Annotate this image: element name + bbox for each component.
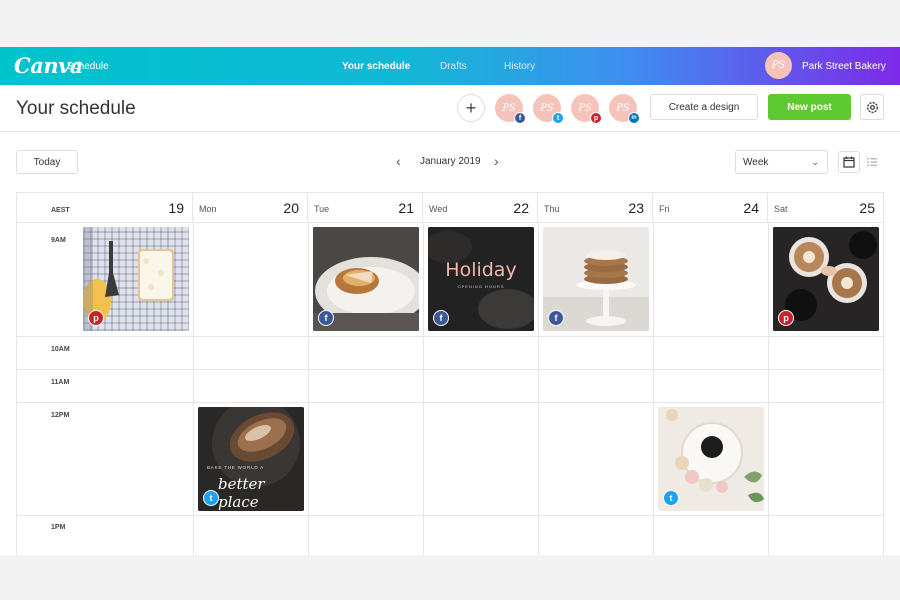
twitter-icon: t bbox=[663, 490, 679, 506]
day-date: 25 bbox=[859, 200, 875, 216]
gear-icon bbox=[866, 101, 878, 113]
scheduled-post[interactable]: p bbox=[83, 227, 189, 331]
facebook-icon: f bbox=[318, 310, 334, 326]
scheduled-post[interactable]: f bbox=[313, 227, 419, 331]
grid-line bbox=[17, 336, 885, 337]
profile-twitter[interactable]: PS t bbox=[533, 94, 564, 124]
twitter-icon: t bbox=[203, 490, 219, 506]
profile-initials: PS bbox=[578, 102, 592, 114]
grid-line bbox=[423, 223, 424, 555]
calendar-icon bbox=[843, 156, 855, 168]
post-tagline: BAKE THE WORLD A bbox=[207, 465, 264, 470]
time-label: 11AM bbox=[51, 379, 70, 386]
day-header: Thu 23 bbox=[538, 193, 653, 223]
profile-initials: PS bbox=[616, 102, 630, 114]
grid-line bbox=[308, 223, 309, 555]
section-label: Schedule bbox=[67, 61, 109, 72]
view-select[interactable]: Week ⌄ bbox=[735, 150, 828, 174]
scheduled-post[interactable]: f bbox=[543, 227, 649, 331]
linkedin-icon: in bbox=[628, 112, 640, 124]
page-header: Your schedule + PS f PS t PS p PS in Cre… bbox=[0, 85, 900, 132]
day-header: 19 bbox=[82, 193, 193, 223]
nav-drafts[interactable]: Drafts bbox=[440, 61, 467, 72]
grid-line bbox=[17, 402, 885, 403]
day-header: Wed 22 bbox=[423, 193, 538, 223]
day-date: 20 bbox=[283, 200, 299, 216]
new-post-button[interactable]: New post bbox=[768, 94, 851, 120]
twitter-icon: t bbox=[552, 112, 564, 124]
calendar-toolbar: Today ‹ January 2019 › Week ⌄ bbox=[0, 132, 900, 192]
day-name: Wed bbox=[429, 204, 448, 214]
day-header: Fri 24 bbox=[653, 193, 768, 223]
timezone-label: AEST bbox=[17, 193, 82, 223]
grid-line bbox=[653, 223, 654, 555]
day-name: Thu bbox=[544, 204, 560, 214]
grid-line bbox=[768, 223, 769, 555]
grid-line bbox=[193, 223, 194, 555]
scheduled-post[interactable]: t bbox=[658, 407, 764, 511]
today-button[interactable]: Today bbox=[16, 150, 78, 174]
calendar-view-button[interactable] bbox=[838, 151, 860, 173]
app-window: Canva Schedule Your schedule Drafts Hist… bbox=[0, 47, 900, 555]
prev-week-chevron-icon[interactable]: ‹ bbox=[396, 153, 401, 169]
holiday-subtitle: OPENING HOURS bbox=[457, 284, 505, 289]
facebook-icon: f bbox=[514, 112, 526, 124]
view-select-value: Week bbox=[743, 156, 769, 168]
list-view-button[interactable] bbox=[861, 151, 883, 173]
grid-line bbox=[883, 223, 884, 555]
chevron-down-icon: ⌄ bbox=[811, 157, 819, 167]
day-name: Fri bbox=[659, 204, 670, 214]
week-calendar: AEST 19 Mon 20 Tue 21 Wed 22 Thu 23 Fri … bbox=[16, 192, 885, 555]
day-name: Tue bbox=[314, 204, 330, 214]
day-date: 22 bbox=[513, 200, 529, 216]
time-label: 1PM bbox=[51, 524, 66, 531]
facebook-icon: f bbox=[548, 310, 564, 326]
profile-pinterest[interactable]: PS p bbox=[571, 94, 602, 124]
profile-facebook[interactable]: PS f bbox=[495, 94, 526, 124]
pinterest-icon: p bbox=[88, 310, 104, 326]
profile-initials: PS bbox=[540, 102, 554, 114]
settings-button[interactable] bbox=[860, 94, 884, 120]
facebook-icon: f bbox=[433, 310, 449, 326]
account-avatar[interactable]: PS bbox=[765, 52, 792, 79]
day-date: 21 bbox=[398, 200, 414, 216]
day-date: 23 bbox=[628, 200, 644, 216]
scheduled-post[interactable]: p bbox=[773, 227, 879, 331]
next-week-chevron-icon[interactable]: › bbox=[494, 153, 499, 169]
day-header: Mon 20 bbox=[193, 193, 308, 223]
day-name: Sat bbox=[774, 204, 788, 214]
plus-icon: + bbox=[465, 97, 477, 118]
list-icon bbox=[867, 158, 877, 167]
month-label: January 2019 bbox=[420, 156, 481, 167]
time-label: 10AM bbox=[51, 346, 70, 353]
profile-linkedin[interactable]: PS in bbox=[609, 94, 640, 124]
day-name: Mon bbox=[199, 204, 217, 214]
post-script-text: better place bbox=[218, 475, 265, 511]
add-profile-button[interactable]: + bbox=[457, 94, 485, 122]
time-label: 9AM bbox=[51, 237, 66, 244]
day-date: 24 bbox=[743, 200, 759, 216]
create-design-button[interactable]: Create a design bbox=[650, 94, 758, 120]
pinterest-icon: p bbox=[590, 112, 602, 124]
day-header: Tue 21 bbox=[308, 193, 423, 223]
top-bar: Canva Schedule Your schedule Drafts Hist… bbox=[0, 47, 900, 85]
time-label: 12PM bbox=[51, 412, 70, 419]
nav-history[interactable]: History bbox=[504, 61, 535, 72]
grid-line bbox=[17, 369, 885, 370]
scheduled-post[interactable]: BAKE THE WORLD A better place t bbox=[198, 407, 304, 511]
scheduled-post[interactable]: Holiday OPENING HOURS f bbox=[428, 227, 534, 331]
nav-your-schedule[interactable]: Your schedule bbox=[342, 61, 410, 72]
pinterest-icon: p bbox=[778, 310, 794, 326]
profile-initials: PS bbox=[502, 102, 516, 114]
account-name[interactable]: Park Street Bakery bbox=[802, 61, 886, 72]
day-date: 19 bbox=[168, 200, 184, 216]
grid-line bbox=[538, 223, 539, 555]
grid-line bbox=[17, 515, 885, 516]
holiday-title: Holiday bbox=[445, 259, 517, 281]
day-header: Sat 25 bbox=[768, 193, 884, 223]
page-title: Your schedule bbox=[16, 98, 136, 119]
